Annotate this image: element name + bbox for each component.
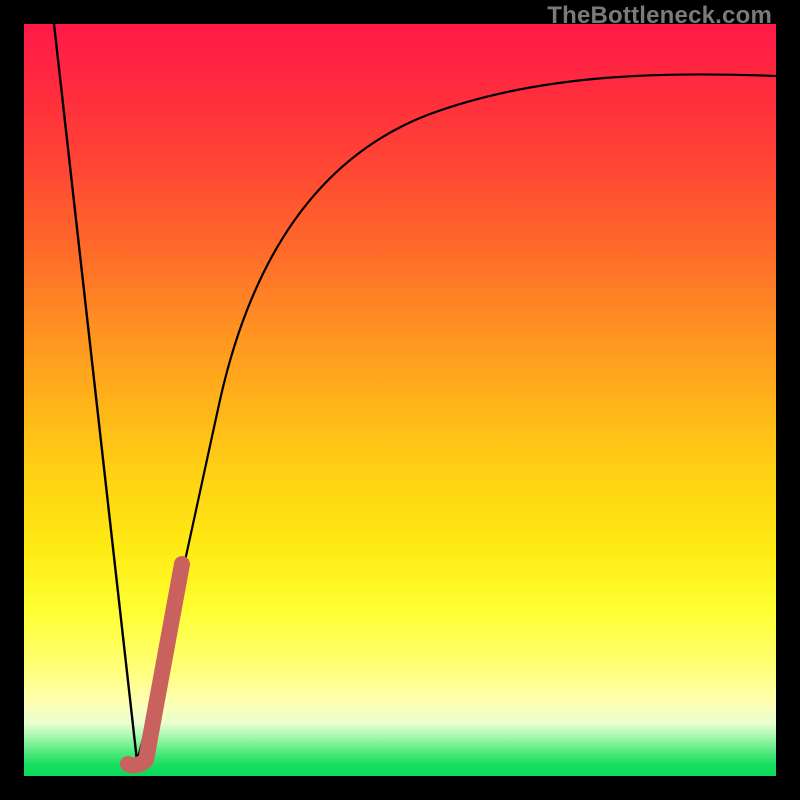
right-curve-line [137, 74, 776, 761]
curves-svg [24, 24, 776, 776]
chart-frame: TheBottleneck.com [0, 0, 800, 800]
left-slope-line [54, 24, 137, 761]
marker-segment [128, 564, 182, 765]
plot-area [24, 24, 776, 776]
